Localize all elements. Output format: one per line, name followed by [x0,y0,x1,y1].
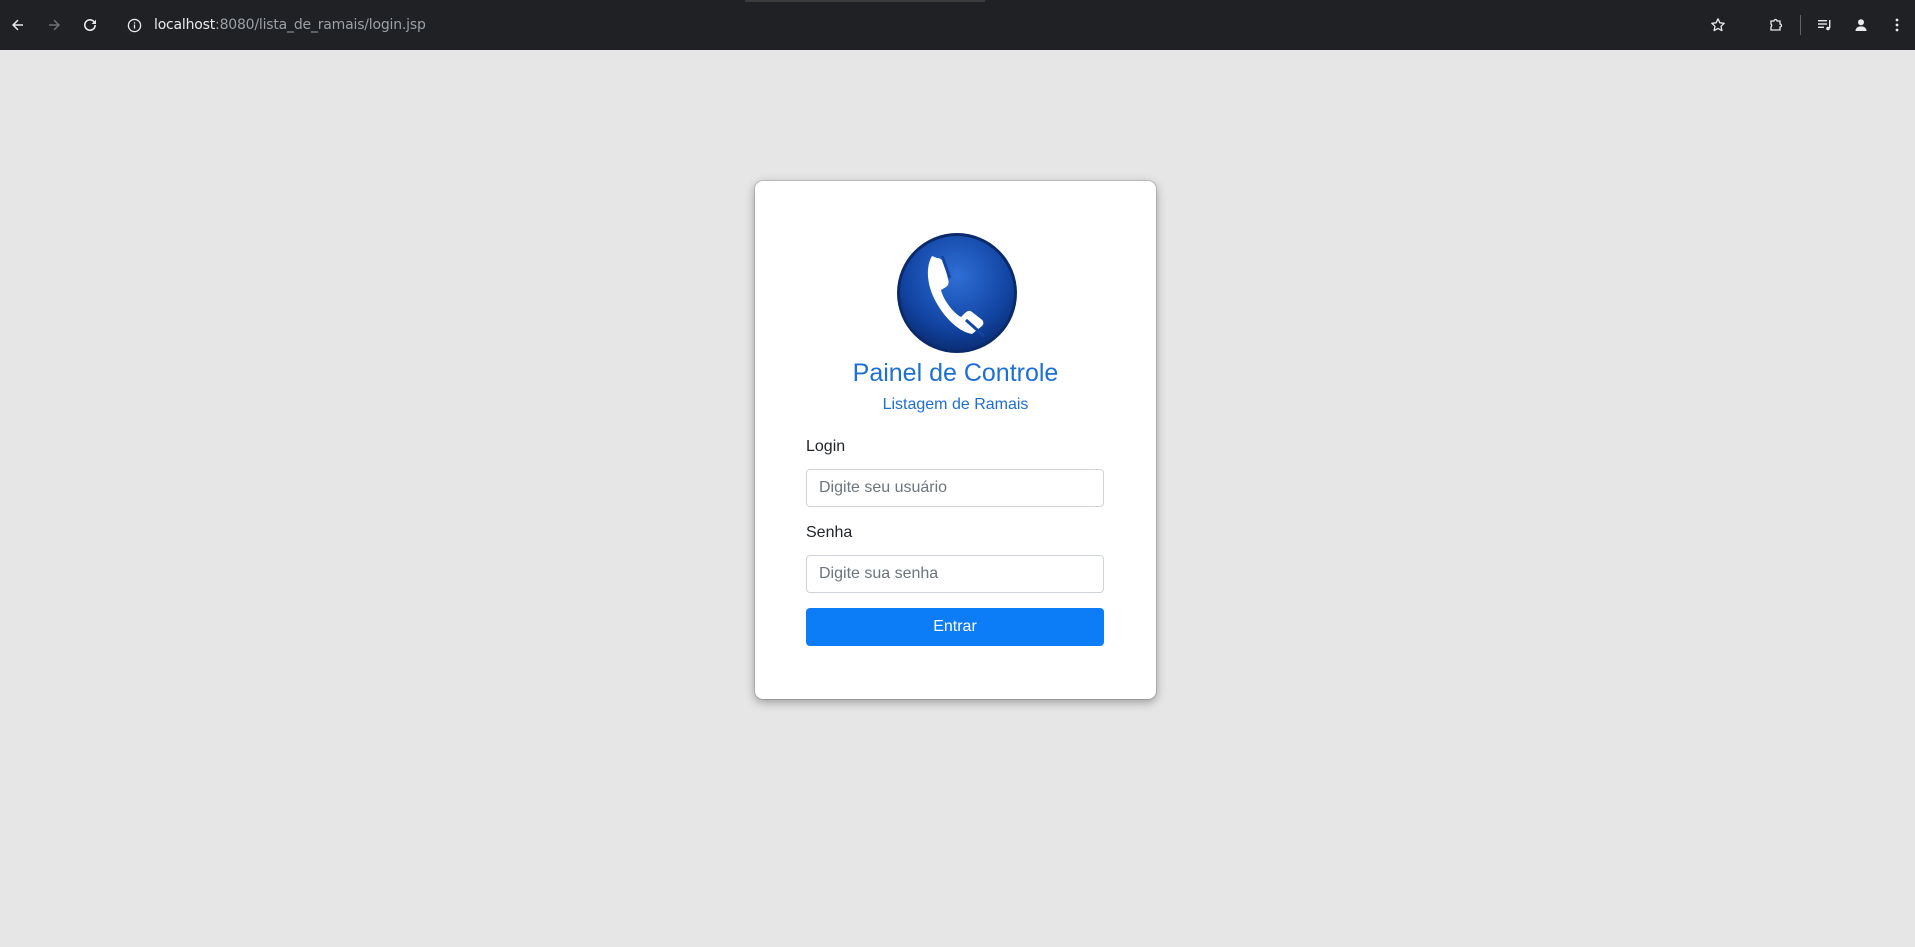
url-host: localhost [154,17,216,33]
menu-button[interactable] [1879,7,1915,43]
bookmark-button[interactable] [1700,7,1736,43]
url-path: :8080/lista_de_ramais/login.jsp [215,17,426,33]
address-bar[interactable]: localhost:8080/lista_de_ramais/login.jsp [116,9,1726,41]
profile-button[interactable] [1843,7,1879,43]
reload-button[interactable] [72,7,108,43]
site-info-icon[interactable] [126,17,142,33]
star-icon [1711,18,1725,32]
reload-icon [84,19,97,32]
forward-button[interactable] [36,7,72,43]
back-button[interactable] [0,7,36,43]
queue-music-icon [1818,20,1831,31]
password-label: Senha [806,524,853,541]
toolbar-actions [1700,7,1915,43]
login-input[interactable] [806,469,1104,507]
arrow-left-icon [12,19,23,31]
login-label: Login [806,438,846,455]
puzzle-icon [1770,18,1783,31]
media-controls-button[interactable] [1807,7,1843,43]
extensions-button[interactable] [1758,7,1794,43]
toolbar-separator [1800,15,1801,35]
login-button[interactable]: Entrar [806,608,1104,646]
browser-toolbar: localhost:8080/lista_de_ramais/login.jsp [0,0,1915,50]
url-text[interactable]: localhost:8080/lista_de_ramais/login.jsp [154,17,426,33]
page-title: Painel de Controle [852,359,1059,387]
login-card: Painel de Controle Listagem de Ramais Lo… [755,181,1156,699]
page-subtitle: Listagem de Ramais [882,396,1029,413]
phone-handset-icon [897,233,1017,353]
person-icon [1855,19,1867,31]
tab-strip-edge [745,0,985,2]
kebab-menu-icon [1895,18,1899,32]
password-input[interactable] [806,555,1104,593]
arrow-right-icon [49,19,60,31]
